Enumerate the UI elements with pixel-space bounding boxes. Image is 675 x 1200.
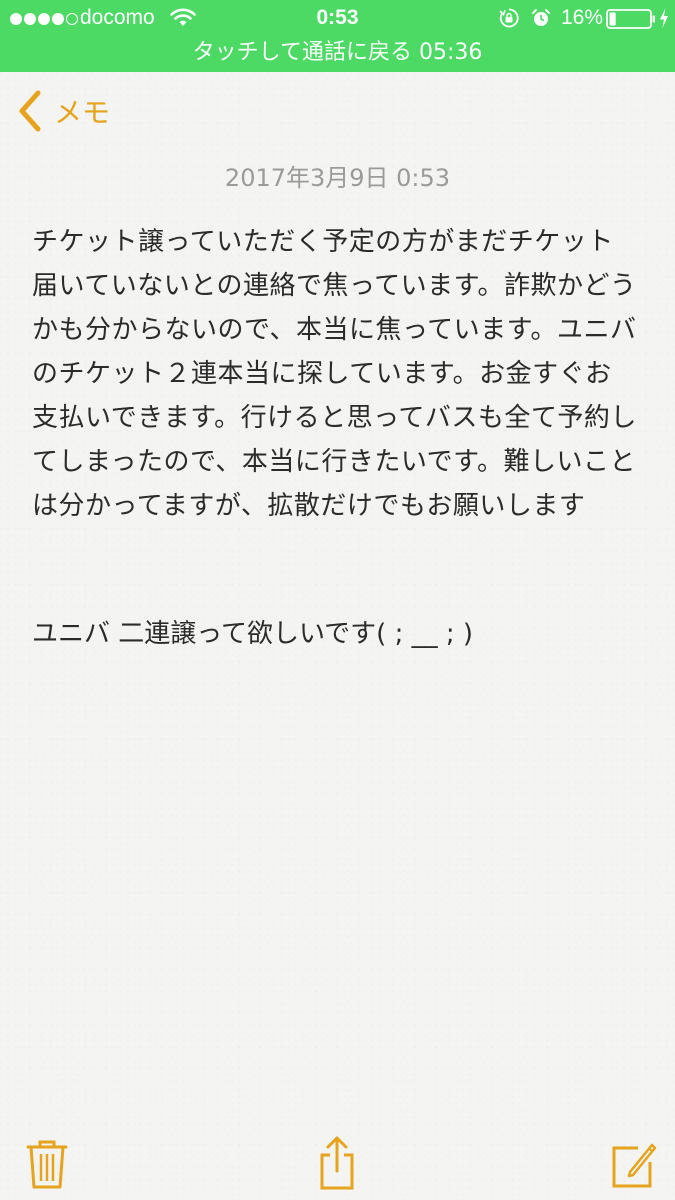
trash-icon[interactable] xyxy=(22,1135,72,1191)
status-bar-row: docomo 0:53 16% xyxy=(0,0,675,36)
note-second-paragraph[interactable]: ユニバ 二連譲って欲しいです( ; __ ; ) xyxy=(32,612,637,656)
chevron-left-icon xyxy=(19,90,41,132)
bottom-toolbar xyxy=(0,1130,675,1200)
navigation-bar: メモ xyxy=(0,72,675,152)
charging-bolt-icon xyxy=(660,8,668,28)
share-icon[interactable] xyxy=(312,1135,362,1191)
return-to-call-banner[interactable]: タッチして通話に戻る 05:36 xyxy=(0,36,675,70)
rotation-lock-icon xyxy=(499,8,519,28)
back-button-label: メモ xyxy=(54,96,111,129)
battery-percentage: 16% xyxy=(561,6,604,29)
note-body-text[interactable]: チケット譲っていただく予定の方がまだチケット届いていないとの連絡で焦っています。… xyxy=(32,220,637,528)
status-bar: docomo 0:53 16% タッチして通話に戻る 05:36 xyxy=(0,0,675,72)
alarm-icon xyxy=(532,9,550,26)
battery-icon xyxy=(606,9,655,29)
note-date: 2017年3月9日 0:53 xyxy=(224,164,451,192)
compose-icon[interactable] xyxy=(608,1135,658,1191)
back-button[interactable]: メモ xyxy=(14,86,110,136)
